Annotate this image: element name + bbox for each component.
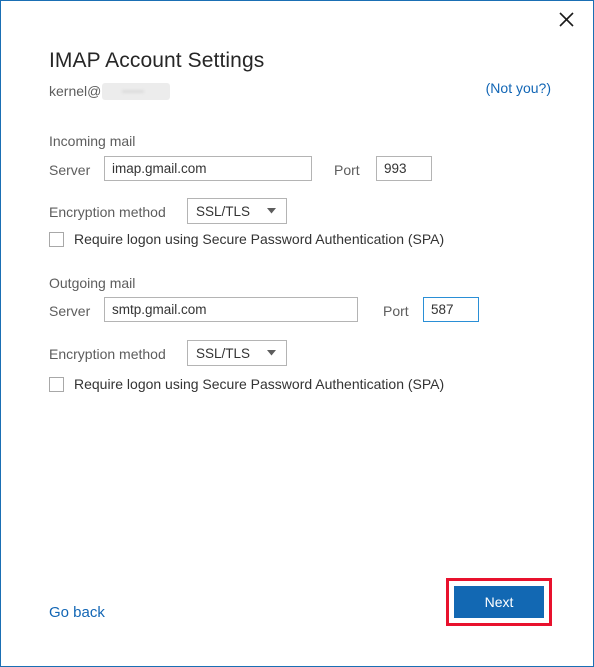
incoming-spa-checkbox-row[interactable]: Require logon using Secure Password Auth…: [49, 231, 444, 247]
outgoing-port-label: Port: [383, 303, 409, 319]
outgoing-spa-checkbox[interactable]: [49, 376, 64, 392]
incoming-encryption-label: Encryption method: [49, 204, 166, 220]
page-title: IMAP Account Settings: [49, 49, 265, 72]
close-icon: [558, 11, 574, 27]
chevron-down-icon: [265, 350, 277, 356]
incoming-port-label: Port: [334, 162, 360, 178]
outgoing-spa-checkbox-row[interactable]: Require logon using Secure Password Auth…: [49, 376, 444, 392]
incoming-server-input[interactable]: [104, 156, 312, 181]
outgoing-server-label: Server: [49, 303, 91, 319]
chevron-down-icon: [265, 208, 277, 214]
next-button[interactable]: Next: [454, 586, 544, 618]
incoming-mail-section-label: Incoming mail: [49, 133, 136, 149]
not-you-link[interactable]: (Not you?): [486, 80, 551, 96]
imap-account-settings-dialog: IMAP Account Settings kernel@ (Not you?)…: [0, 0, 594, 667]
incoming-encryption-value: SSL/TLS: [196, 203, 251, 219]
incoming-spa-label: Require logon using Secure Password Auth…: [74, 231, 445, 247]
incoming-encryption-dropdown[interactable]: SSL/TLS: [187, 198, 287, 224]
go-back-link[interactable]: Go back: [49, 604, 105, 621]
dialog-titlebar: [1, 1, 593, 39]
account-identity: kernel@: [49, 81, 171, 101]
incoming-server-label: Server: [49, 162, 91, 178]
account-domain-redacted: [102, 82, 171, 100]
outgoing-encryption-label: Encryption method: [49, 346, 166, 362]
next-button-highlight: Next: [446, 578, 552, 626]
account-email-label: kernel@: [49, 83, 102, 99]
outgoing-spa-label: Require logon using Secure Password Auth…: [74, 376, 445, 392]
outgoing-encryption-value: SSL/TLS: [196, 345, 251, 361]
dialog-content: IMAP Account Settings kernel@ (Not you?)…: [1, 39, 593, 666]
outgoing-encryption-dropdown[interactable]: SSL/TLS: [187, 340, 287, 366]
outgoing-port-input[interactable]: [423, 297, 479, 322]
close-button[interactable]: [545, 3, 587, 35]
incoming-port-input[interactable]: [376, 156, 432, 181]
outgoing-mail-section-label: Outgoing mail: [49, 275, 136, 291]
incoming-spa-checkbox[interactable]: [49, 231, 64, 247]
outgoing-server-input[interactable]: [104, 297, 358, 322]
